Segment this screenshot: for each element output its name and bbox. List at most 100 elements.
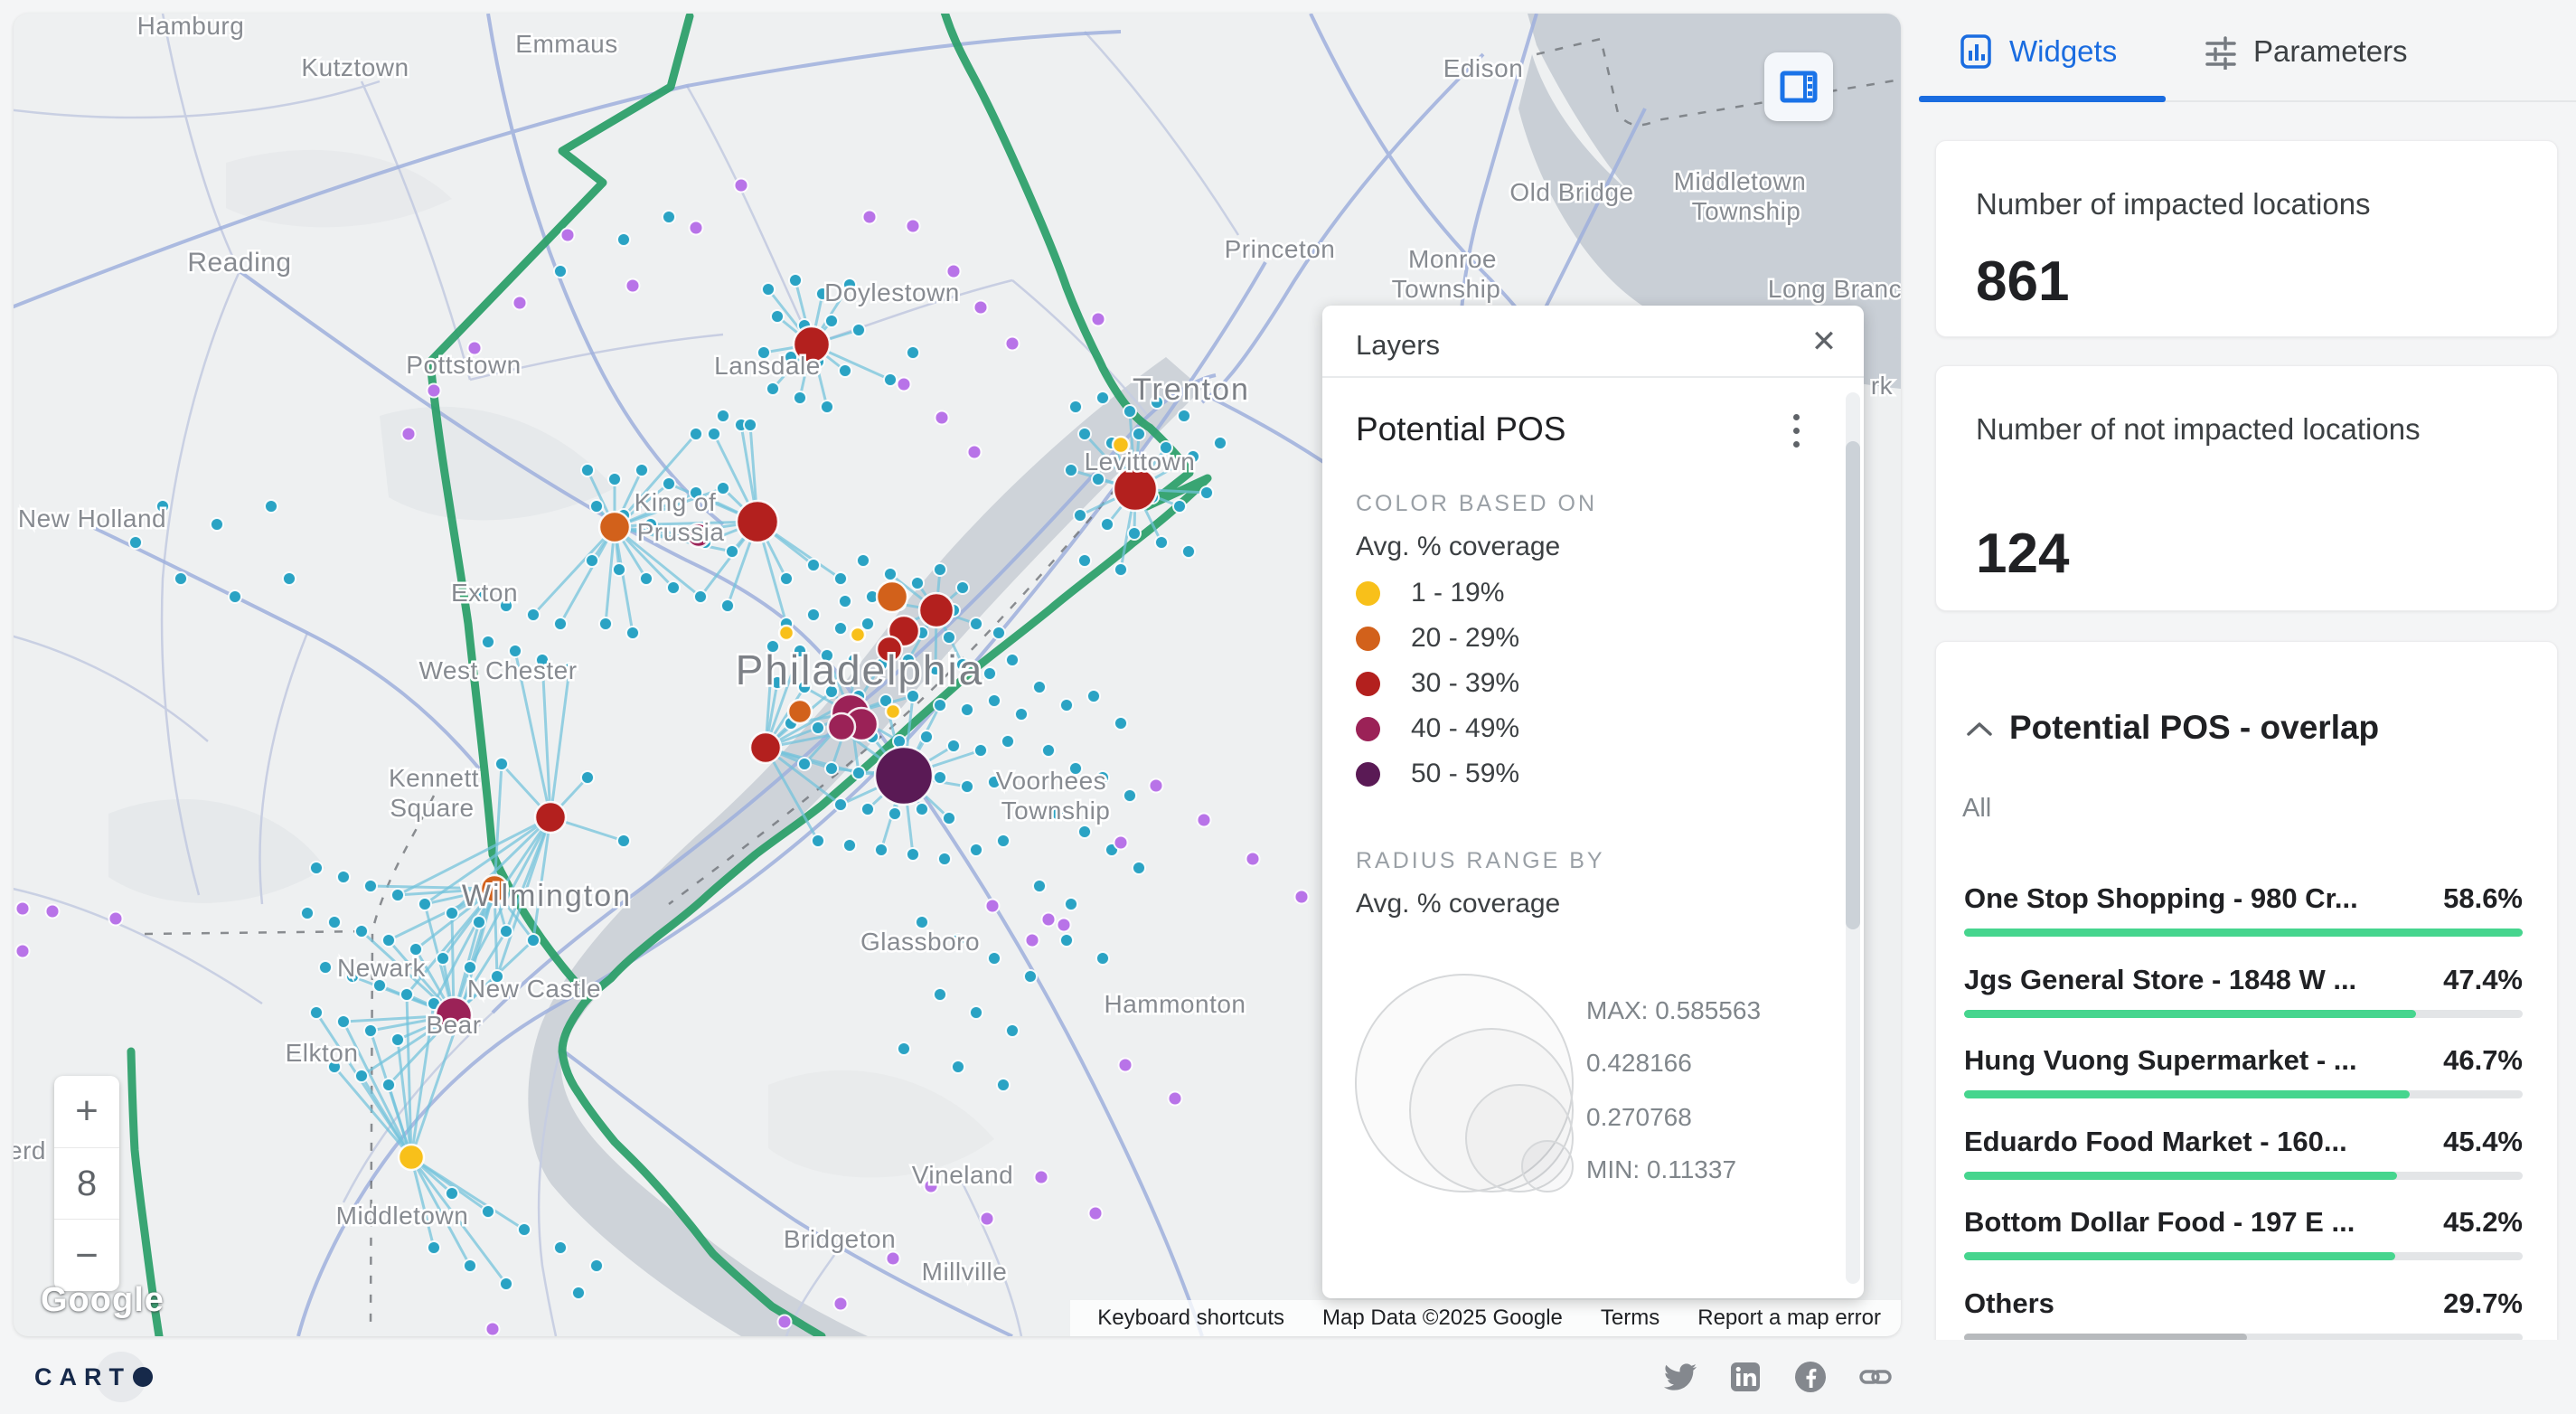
legend-label: 1 - 19%	[1411, 578, 1504, 608]
svg-text:Hammonton: Hammonton	[1104, 990, 1246, 1018]
radius-range-value: 0.270768	[1586, 1103, 1692, 1132]
svg-text:New Holland: New Holland	[18, 504, 166, 533]
svg-text:Township: Township	[1692, 197, 1801, 225]
color-attribute: Avg. % coverage	[1356, 532, 1560, 562]
legend-color-dot	[1356, 627, 1380, 651]
svg-text:erd: erd	[14, 1136, 46, 1164]
svg-text:Bear: Bear	[426, 1011, 481, 1039]
svg-text:Elkton: Elkton	[286, 1039, 359, 1067]
report-map-error-link[interactable]: Report a map error	[1697, 1306, 1881, 1331]
keyboard-shortcuts-link[interactable]: Keyboard shortcuts	[1097, 1306, 1284, 1331]
zoom-control: + 8 −	[54, 1076, 119, 1291]
linkedin-icon[interactable]	[1728, 1360, 1763, 1394]
svg-text:Monroe: Monroe	[1408, 245, 1497, 273]
map-attribution: Keyboard shortcuts Map Data ©2025 Google T…	[1070, 1300, 1901, 1336]
close-icon[interactable]: ✕	[1808, 325, 1840, 358]
widget-not-impacted-locations: Number of not impacted locations 124	[1935, 365, 2558, 611]
svg-text:Square: Square	[390, 794, 474, 822]
overlap-row-bar-track	[1964, 1172, 2523, 1180]
location-dots[interactable]	[16, 179, 1309, 1336]
legend-label: 40 - 49%	[1411, 713, 1519, 744]
overlap-row-bar-fill	[1964, 1172, 2397, 1180]
right-sidebar: Widgets Parameters Number of	[1919, 0, 2576, 1340]
widget-title: Number of not impacted locations	[1976, 404, 2536, 454]
active-tab-indicator	[1919, 96, 2166, 102]
overlap-row-name: Hung Vuong Supermarket - ...	[1964, 1044, 2357, 1077]
overlap-row-pct: 45.4%	[2443, 1126, 2523, 1158]
svg-text:Middletown: Middletown	[1674, 167, 1807, 195]
overlap-row[interactable]: Hung Vuong Supermarket - ... 46.7%	[1964, 1044, 2523, 1120]
legend-item: 30 - 39%	[1356, 665, 1717, 702]
carto-app: HamburgKutztownEmmausReadingPottstownDoy…	[0, 0, 2576, 1414]
overlap-row-pct: 29.7%	[2443, 1287, 2523, 1320]
social-links	[1663, 1340, 1893, 1414]
legend-item: 20 - 29%	[1356, 620, 1717, 656]
scrollbar-thumb[interactable]	[1846, 441, 1860, 929]
overlap-row-name: Eduardo Food Market - 160...	[1964, 1126, 2347, 1158]
overlap-row[interactable]: Jgs General Store - 1848 W ...47.4%	[1964, 964, 2523, 1040]
zoom-level: 8	[54, 1147, 119, 1221]
terms-link[interactable]: Terms	[1601, 1306, 1659, 1331]
radius-range-value: 0.428166	[1586, 1049, 1692, 1078]
radius-range-value: MIN: 0.11337	[1586, 1155, 1736, 1184]
widget-impacted-locations: Number of impacted locations 861	[1935, 140, 2558, 337]
svg-text:Glassboro: Glassboro	[860, 928, 980, 956]
overlap-row-pct: 46.7%	[2443, 1044, 2523, 1077]
svg-text:Wilmington: Wilmington	[462, 879, 632, 913]
map-type-button[interactable]	[1764, 52, 1833, 121]
svg-text:Prussia: Prussia	[637, 518, 725, 546]
svg-text:Township: Township	[1392, 275, 1501, 303]
twitter-icon[interactable]	[1663, 1360, 1697, 1394]
widget-potential-pos-overlap: Potential POS - overlap All One Stop Sho…	[1935, 641, 2558, 1355]
svg-text:West Chester: West Chester	[418, 656, 577, 684]
map[interactable]: HamburgKutztownEmmausReadingPottstownDoy…	[14, 14, 1901, 1336]
link-icon[interactable]	[1858, 1360, 1893, 1394]
layers-panel: Layers ✕ Potential POS COLOR BASED ON Av…	[1322, 306, 1864, 1298]
widget-title: Number of impacted locations	[1976, 179, 2536, 229]
svg-text:Voorhees: Voorhees	[996, 767, 1106, 795]
svg-text:Doylestown: Doylestown	[824, 278, 960, 306]
svg-text:Kennett: Kennett	[389, 764, 479, 792]
tab-widgets-label: Widgets	[2009, 34, 2117, 69]
svg-text:Hamburg: Hamburg	[137, 14, 245, 40]
overlap-row-bar-fill	[1964, 1010, 2416, 1018]
svg-text:Middletown: Middletown	[336, 1202, 469, 1230]
legend-item: 1 - 19%	[1356, 575, 1717, 611]
facebook-icon[interactable]	[1793, 1360, 1828, 1394]
svg-text:Vineland: Vineland	[912, 1161, 1013, 1189]
legend-color-dot	[1356, 581, 1380, 606]
svg-text:Philadelphia: Philadelphia	[736, 646, 984, 693]
map-data-credit: Map Data ©2025 Google	[1322, 1306, 1563, 1331]
legend-color-dot	[1356, 672, 1380, 696]
zoom-in-button[interactable]: +	[54, 1076, 119, 1147]
tab-parameters[interactable]: Parameters	[2203, 0, 2408, 102]
svg-text:Long Branc: Long Branc	[1768, 275, 1901, 303]
legend-item: 40 - 49%	[1356, 711, 1717, 747]
overlap-row[interactable]: Bottom Dollar Food - 197 E ...45.2%	[1964, 1206, 2523, 1282]
overlap-row-bar-track	[1964, 1010, 2523, 1018]
svg-text:Newark: Newark	[337, 954, 426, 982]
footer: CART	[0, 1340, 2576, 1414]
overlap-row[interactable]: One Stop Shopping - 980 Cr...58.6%	[1964, 882, 2523, 958]
carto-logo[interactable]: CART	[34, 1340, 153, 1414]
tab-parameters-label: Parameters	[2253, 34, 2408, 69]
bar-chart-icon	[1959, 33, 1995, 70]
overlap-row[interactable]: Eduardo Food Market - 160... 45.4%	[1964, 1126, 2523, 1202]
widget-value: 861	[1976, 250, 2069, 314]
svg-text:New Castle: New Castle	[467, 975, 601, 1003]
svg-text:Millville: Millville	[922, 1258, 1008, 1286]
radius-attribute: Avg. % coverage	[1356, 889, 1560, 919]
layer-options-kebab-icon[interactable]	[1780, 407, 1812, 454]
overlap-row-bar-fill	[1964, 1252, 2395, 1260]
overlap-row-bar-fill	[1964, 929, 2523, 937]
svg-text:Township: Township	[1001, 797, 1111, 825]
overlap-row-bar-fill	[1964, 1090, 2410, 1098]
tab-widgets[interactable]: Widgets	[1959, 0, 2117, 102]
overlap-row-bar-track	[1964, 1090, 2523, 1098]
overlap-row-bar-track	[1964, 1252, 2523, 1260]
sidebar-tabs: Widgets Parameters	[1919, 0, 2576, 102]
legend-item: 50 - 59%	[1356, 756, 1717, 792]
overlap-row-name: Others	[1964, 1287, 2054, 1320]
carto-logo-dot	[133, 1367, 153, 1387]
svg-text:Pottstown: Pottstown	[406, 351, 521, 379]
